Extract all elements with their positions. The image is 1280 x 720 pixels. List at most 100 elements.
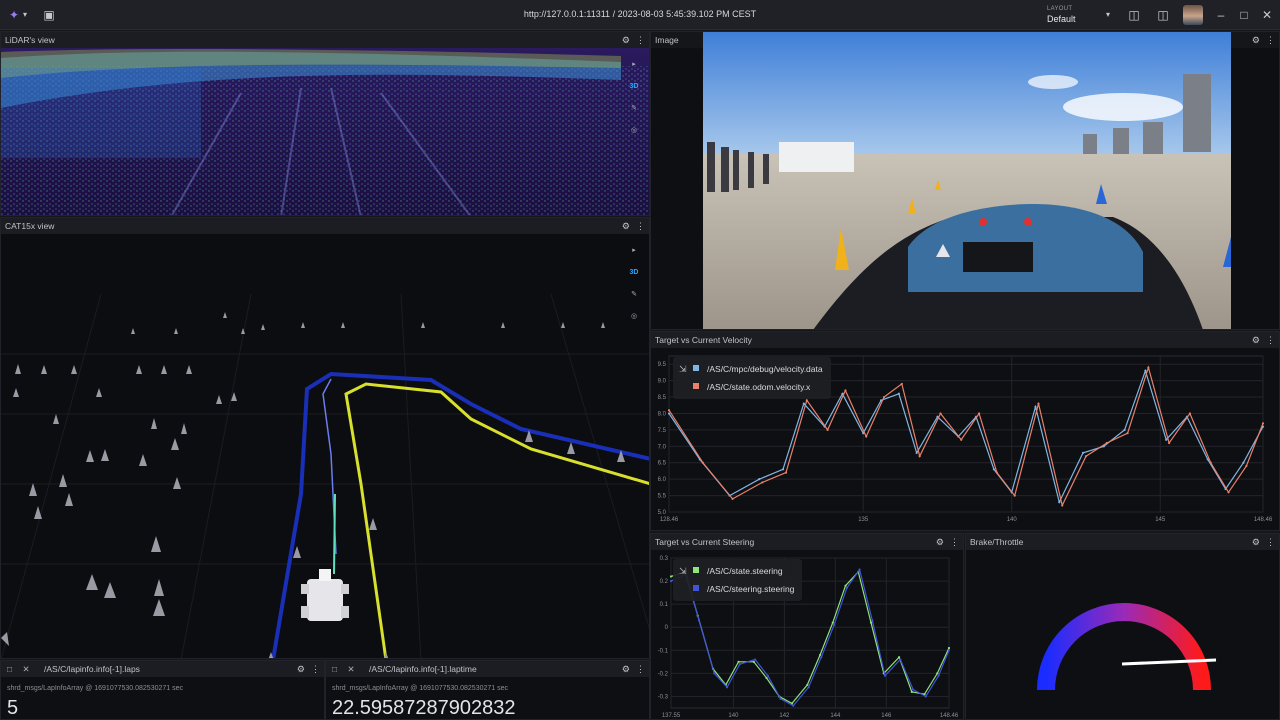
minimize-window-icon[interactable]: –	[1213, 7, 1229, 23]
series-point	[779, 697, 782, 700]
series-point	[667, 409, 671, 412]
more-options-icon[interactable]: ⋮	[636, 664, 645, 674]
series-point	[1061, 504, 1064, 507]
copy-icon[interactable]: □	[332, 664, 337, 674]
series-point	[960, 438, 963, 441]
legend-swatch	[693, 365, 699, 371]
series-point	[781, 468, 785, 471]
cat15x-panel-title: CAT15x view	[5, 221, 55, 231]
y-tick-label: 5.0	[658, 510, 667, 516]
series-point	[1123, 428, 1126, 431]
laps-topic-path: /AS/C/lapinfo.info[-1].laps	[44, 664, 140, 674]
cat15x-3d-view[interactable]: ▸ 3D ✎ ◎	[1, 234, 649, 658]
measure-ruler-icon[interactable]: ✎	[627, 98, 641, 120]
right-sidebar-toggle-icon[interactable]: ◫	[1155, 7, 1171, 23]
series-point	[1126, 432, 1129, 435]
laps-panel-header: □ ✕ /AS/C/lapinfo.info[-1].laps ⚙ ⋮	[1, 661, 324, 677]
toggle-3d-button[interactable]: 3D	[627, 262, 641, 284]
y-tick-label: -0.1	[658, 648, 669, 654]
close-panel-icon[interactable]: ✕	[348, 664, 355, 674]
gear-icon[interactable]: ⚙	[297, 664, 305, 674]
steering-legend: ⇲ /AS/C/state.steering /AS/C/steering.ste…	[673, 559, 803, 601]
series-point	[802, 402, 805, 405]
collapse-legend-icon[interactable]: ⇲	[679, 562, 693, 580]
select-tool-icon[interactable]: ▸	[627, 240, 641, 262]
series-point	[897, 392, 900, 395]
series-point	[995, 471, 998, 474]
steering-panel-title: Target vs Current Steering	[655, 537, 755, 547]
laptime-value: 22.59587287902832	[332, 697, 516, 719]
user-avatar[interactable]	[1183, 5, 1203, 25]
gear-icon[interactable]: ⚙	[622, 35, 630, 45]
series-point	[1261, 422, 1265, 425]
more-options-icon[interactable]: ⋮	[950, 537, 959, 547]
image-panel: Image ⚙ ⋮	[650, 31, 1280, 330]
legend-series-label[interactable]: /AS/C/steering.steering	[707, 584, 794, 594]
series-point	[1227, 491, 1230, 494]
series-point	[947, 649, 951, 652]
lidar-toolbar: ▸ 3D ✎ ◎	[627, 54, 641, 142]
series-point	[844, 389, 847, 392]
series-point	[897, 656, 901, 659]
more-options-icon[interactable]: ⋮	[1266, 335, 1275, 345]
x-tick-label: 142	[779, 713, 790, 719]
series-point	[1084, 455, 1088, 458]
layout-selector[interactable]: Default	[1047, 14, 1076, 24]
legend-series-label[interactable]: /AS/C/state.odom.velocity.x	[707, 382, 810, 392]
series-point	[806, 683, 809, 687]
y-tick-label: 9.0	[658, 379, 667, 385]
select-tool-icon[interactable]: ▸	[627, 54, 641, 76]
y-tick-label: 6.0	[658, 477, 667, 483]
cat15x-scene	[1, 234, 649, 658]
left-sidebar-toggle-icon[interactable]: ◫	[1126, 7, 1142, 23]
legend-series-label[interactable]: /AS/C/mpc/debug/velocity.data	[707, 364, 823, 374]
publish-point-icon[interactable]: ◎	[627, 306, 641, 328]
series-point	[900, 382, 903, 386]
series-point	[697, 619, 701, 622]
laptime-topic-path: /AS/C/lapinfo.info[-1].laptime	[369, 664, 477, 674]
series-point	[1245, 464, 1248, 468]
series-point	[1168, 441, 1171, 445]
velocity-panel: Target vs Current Velocity ⚙ ⋮ 9.5 9.0 8.5 8…	[650, 331, 1280, 531]
series-point	[752, 660, 755, 663]
legend-series-label[interactable]: /AS/C/state.steering	[707, 566, 783, 576]
close-panel-icon[interactable]: ✕	[23, 664, 30, 674]
gear-icon[interactable]: ⚙	[1252, 35, 1260, 45]
series-point	[869, 621, 873, 624]
series-point	[753, 658, 757, 661]
close-window-icon[interactable]: ✕	[1259, 7, 1275, 23]
more-options-icon[interactable]: ⋮	[1266, 35, 1275, 45]
more-options-icon[interactable]: ⋮	[1266, 537, 1275, 547]
layout-chevron-icon[interactable]: ▾	[1100, 7, 1116, 23]
measure-ruler-icon[interactable]: ✎	[627, 284, 641, 306]
series-point	[805, 399, 808, 402]
toggle-3d-button[interactable]: 3D	[627, 76, 641, 98]
y-tick-label: 0.3	[660, 556, 669, 562]
series-point	[858, 568, 861, 571]
series-point	[820, 656, 823, 659]
series-point	[910, 690, 913, 693]
gear-icon[interactable]: ⚙	[936, 537, 944, 547]
maximize-window-icon[interactable]: □	[1236, 7, 1252, 23]
image-panel-title: Image	[655, 35, 679, 45]
series-point	[1165, 438, 1168, 441]
series-point	[936, 672, 939, 675]
more-options-icon[interactable]: ⋮	[636, 35, 645, 45]
gear-icon[interactable]: ⚙	[1252, 537, 1260, 547]
laptime-message-meta: shrd_msgs/LapInfoArray @ 1691077530.0825…	[332, 685, 509, 692]
collapse-legend-icon[interactable]: ⇲	[679, 360, 693, 378]
y-tick-label: 7.0	[658, 444, 667, 450]
more-options-icon[interactable]: ⋮	[636, 221, 645, 231]
gear-icon[interactable]: ⚙	[622, 221, 630, 231]
copy-icon[interactable]: □	[7, 664, 12, 674]
series-point	[937, 674, 940, 677]
more-options-icon[interactable]: ⋮	[311, 664, 320, 674]
series-point	[831, 621, 834, 624]
publish-point-icon[interactable]: ◎	[627, 120, 641, 142]
connection-url: http://127.0.0.1:11311 / 2023-08-03 5:45…	[523, 9, 757, 19]
x-tick-label: 148.46	[1254, 517, 1273, 523]
gear-icon[interactable]: ⚙	[622, 664, 630, 674]
lidar-3d-view[interactable]: ▸ 3D ✎ ◎	[1, 48, 649, 215]
gear-icon[interactable]: ⚙	[1252, 335, 1260, 345]
series-point	[915, 451, 918, 454]
